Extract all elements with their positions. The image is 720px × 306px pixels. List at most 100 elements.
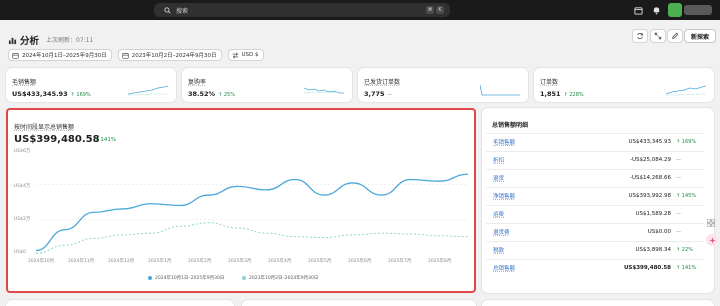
x-tick-label: 2025年6月 [348, 259, 372, 264]
metric-card-repeat-rate[interactable]: 复购率 38.52% ↑ 25% [182, 68, 352, 102]
total-sales-chart-card: 按时间段显示总销售额 US$399,480.58 ↑ 141% US$6万 US… [6, 108, 476, 293]
breakdown-row: 折扣 -US$25,084.29 — [486, 151, 704, 168]
metric-value-text: US$433,345.93 [12, 90, 68, 98]
x-tick-label: 2025年3月 [228, 259, 252, 264]
breakdown-row-label[interactable]: 折扣 [493, 156, 607, 164]
legend-item-compare[interactable]: 2023年10月2日–2024年9月30日 [242, 275, 318, 281]
metric-delta: — [387, 92, 393, 98]
sparkline [480, 84, 520, 96]
metric-label: 复购率 [188, 79, 207, 86]
series-line-current[interactable] [36, 173, 468, 252]
x-tick-label: 2025年8月 [428, 259, 452, 264]
breakdown-row-value: US$0.00 [647, 229, 671, 235]
account-name-redacted[interactable] [684, 5, 712, 15]
top-bar: 搜索 ⌘ K [0, 0, 720, 20]
x-tick-label: 2024年11月 [68, 259, 95, 264]
refresh-icon [637, 32, 643, 40]
bell-icon[interactable] [650, 4, 662, 16]
compare-range-picker[interactable]: 2023年10月2日–2024年9月30日 [117, 49, 222, 61]
breakdown-row-label[interactable]: 毛销售额 [493, 138, 607, 146]
breakdown-row-label[interactable]: 运费 [493, 210, 607, 218]
legend-label: 2023年10月2日–2024年9月30日 [249, 276, 319, 281]
next-card-peek [242, 300, 476, 306]
breakdown-row-value: US$3,898.34 [635, 247, 671, 253]
line-chart[interactable] [36, 150, 468, 254]
filter-bar: 2024年10月1日–2025年9月30日 2023年10月2日–2024年9月… [8, 49, 264, 61]
sparkle-icon [708, 236, 716, 244]
x-tick-label: 2024年12月 [108, 259, 135, 264]
breakdown-row: 净销售额 US$393,992.98 ↑ 145% [486, 187, 704, 204]
breakdown-row-label[interactable]: 退货 [493, 174, 607, 182]
expand-icon [654, 32, 662, 40]
x-tick-label: 2025年1月 [148, 259, 172, 264]
analytics-icon [8, 30, 17, 49]
metric-delta: ↑ 228% [563, 92, 584, 98]
metric-value: 1,851 ↑ 228% [540, 90, 584, 98]
store-icon[interactable] [632, 4, 644, 16]
compare-range-label: 2023年10月2日–2024年9月30日 [131, 53, 217, 59]
metric-label: 订单数 [540, 79, 559, 86]
legend-swatch [148, 276, 152, 280]
breakdown-row-delta: — [676, 211, 681, 217]
breakdown-row-delta: ↑ 22% [676, 247, 693, 253]
metric-card-shipped-orders[interactable]: 已发货订单数 3,775— [358, 68, 528, 102]
pencil-icon [672, 32, 679, 39]
page-header: 分析 上次刷新：07:11 [8, 30, 93, 49]
metric-card-gross-sales[interactable]: 毛销售额 US$433,345.93 ↑ 169% [6, 68, 176, 102]
edit-button[interactable] [667, 29, 683, 43]
currency-exchange-icon [232, 51, 239, 59]
breakdown-row-label[interactable]: 税款 [493, 246, 607, 254]
new-exploration-button[interactable]: 新探索 [684, 29, 716, 43]
calendar-compare-icon [122, 52, 129, 59]
x-tick-label: 2024年10月 [28, 259, 55, 264]
breakdown-row-delta: ↑ 169% [676, 139, 697, 145]
breakdown-row-value: US$399,480.58 [623, 265, 671, 271]
fullscreen-button[interactable] [650, 29, 666, 43]
metric-value-text: 1,851 [540, 90, 561, 98]
series-line-compare[interactable] [36, 222, 468, 254]
metric-value-text: 38.52% [188, 90, 216, 98]
chart-total-delta: ↑ 141% [94, 137, 117, 143]
avatar[interactable] [668, 3, 682, 17]
breakdown-row-value: US$393,992.98 [628, 193, 671, 199]
breakdown-row-delta: — [676, 157, 681, 163]
x-tick-label: 2025年2月 [188, 259, 212, 264]
chart-total-value: US$399,480.58 [14, 134, 100, 145]
refresh-button[interactable] [632, 29, 648, 43]
search-bar[interactable]: 搜索 ⌘ K [154, 3, 450, 17]
breakdown-row-delta: — [676, 229, 681, 235]
breakdown-row-delta: — [676, 175, 681, 181]
breakdown-row-label[interactable]: 退货费 [493, 228, 607, 236]
breakdown-row-label[interactable]: 净销售额 [493, 192, 607, 200]
metric-delta: ↑ 25% [218, 92, 235, 98]
y-tick-label: US$6万 [14, 149, 31, 154]
metric-delta: ↑ 169% [70, 92, 91, 98]
sales-breakdown-card: 总销售额明细 毛销售额 US$433,345.93 ↑ 169% 折扣 -US$… [482, 108, 714, 293]
shortcut-key-cmd: ⌘ [426, 6, 434, 14]
sparkline [128, 85, 168, 96]
metric-value: 3,775— [364, 90, 393, 98]
metric-card-orders[interactable]: 订单数 1,851 ↑ 228% [534, 68, 714, 102]
metric-label: 已发货订单数 [364, 79, 401, 86]
grid-icon[interactable] [706, 212, 716, 228]
date-range-picker[interactable]: 2024年10月1日–2025年9月30日 [8, 49, 112, 61]
breakdown-row-label[interactable]: 总销售额 [493, 264, 607, 272]
search-icon [160, 3, 174, 17]
last-updated: 上次刷新：07:11 [46, 37, 94, 44]
breakdown-title: 总销售额明细 [492, 122, 529, 129]
breakdown-row: 总销售额 US$399,480.58 ↑ 141% [486, 259, 704, 276]
assistant-fab[interactable] [706, 234, 718, 246]
legend-item-current[interactable]: 2024年10月1日–2025年9月30日 [148, 275, 224, 281]
legend-label: 2024年10月1日–2025年9月30日 [155, 276, 225, 281]
x-tick-label: 2025年7月 [388, 259, 412, 264]
breakdown-row-delta: ↑ 141% [676, 265, 697, 271]
legend-swatch [242, 276, 246, 280]
sparkline [666, 85, 706, 96]
breakdown-row-delta: ↑ 145% [676, 193, 697, 199]
page-title: 分析 [20, 35, 40, 47]
search-placeholder: 搜索 [176, 7, 189, 15]
currency-picker[interactable]: USD $ [227, 49, 264, 61]
sparkline [304, 87, 344, 94]
breakdown-row-value: -US$14,268.66 [630, 175, 671, 181]
next-card-peek [482, 300, 714, 306]
